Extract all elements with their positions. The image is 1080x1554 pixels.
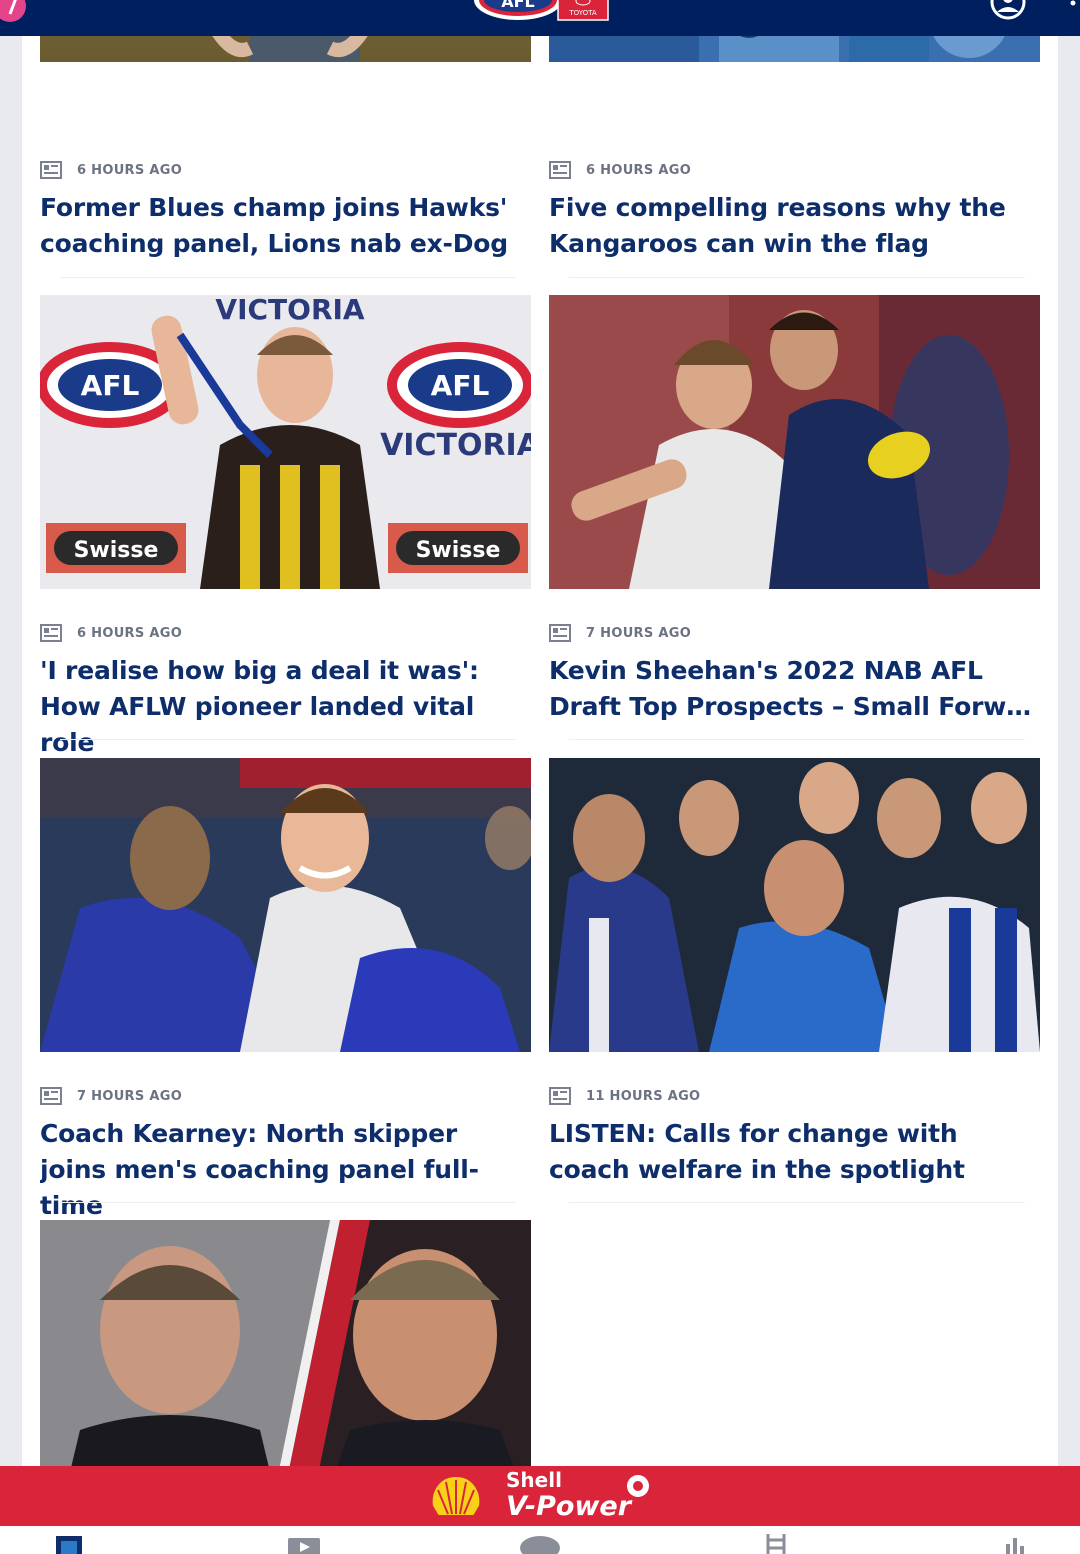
article-card[interactable]: 11 HOURS AGO LISTEN: Calls for change wi… [549,758,1040,1188]
stats-nav-icon[interactable] [1002,1534,1028,1554]
article-headline[interactable]: LISTEN: Calls for change with coach welf… [549,1116,1029,1188]
article-card[interactable]: 7 HOURS AGO Kevin Sheehan's 2022 NAB AFL… [549,295,1040,725]
toyota-text: TOYOTA [568,9,597,17]
article-meta: 6 HOURS AGO [40,160,531,180]
article-card[interactable]: 6 HOURS AGO Former Blues champ joins Haw… [40,127,531,262]
afl-logo-text: AFL [501,0,535,11]
article-card[interactable]: 6 HOURS AGO Five compelling reasons why … [549,127,1040,262]
match-centre-nav-icon[interactable] [518,1534,562,1554]
article-time: 6 HOURS AGO [77,625,183,641]
article-meta: 7 HOURS AGO [549,623,1040,643]
article-image[interactable] [549,295,1040,589]
article-headline[interactable]: Coach Kearney: North skipper joins men's… [40,1116,510,1224]
sponsor-brand: Shell V-Power [506,1468,631,1522]
news-feed: 6 HOURS AGO Former Blues champ joins Haw… [22,36,1058,1466]
account-icon[interactable] [990,0,1026,20]
article-image[interactable] [40,36,531,62]
article-headline[interactable]: Kevin Sheehan's 2022 NAB AFL Draft Top Pr… [549,653,1040,725]
svg-text:AFL: AFL [431,369,490,402]
news-icon [40,161,62,179]
article-card[interactable]: AFL AFL VICTORIA VICTORIA Swisse Swisse [40,295,531,761]
article-image[interactable] [40,1220,531,1466]
divider [569,277,1025,278]
news-icon [549,1087,571,1105]
article-time: 6 HOURS AGO [77,162,183,178]
article-meta: 6 HOURS AGO [40,623,531,643]
article-headline[interactable]: Former Blues champ joins Hawks' coaching… [40,190,510,262]
svg-text:Swisse: Swisse [416,538,501,563]
article-meta: 6 HOURS AGO [549,160,1040,180]
article-image[interactable] [549,758,1040,1052]
article-headline[interactable]: Five compelling reasons why the Kangaroo… [549,190,1019,262]
news-nav-icon[interactable] [54,1534,84,1554]
article-headline[interactable]: 'I realise how big a deal it was': How A… [40,653,520,761]
article-headline-text: Kevin Sheehan's 2022 NAB AFL Draft Top Pr… [549,656,1040,721]
divider [60,1202,516,1203]
svg-text:Swisse: Swisse [74,538,159,563]
news-icon [549,161,571,179]
article-card[interactable] [40,36,531,62]
shell-logo-icon [430,1474,482,1517]
article-card[interactable]: 7 HOURS AGO Coach Kearney: North skipper… [40,758,531,1224]
news-icon [40,1087,62,1105]
divider [60,739,516,740]
news-icon [549,624,571,642]
divider [569,739,1025,740]
news-icon [40,624,62,642]
divider [60,277,516,278]
article-meta: 7 HOURS AGO [40,1086,531,1106]
menu-icon[interactable] [0,0,28,22]
article-card[interactable] [549,36,1040,62]
article-card[interactable] [40,1220,531,1466]
article-time: 6 HOURS AGO [586,162,692,178]
svg-text:VICTORIA: VICTORIA [215,295,365,326]
sponsor-line1: Shell [506,1468,562,1492]
afl-logo[interactable]: AFL TOYOTA [472,0,610,22]
article-time: 11 HOURS AGO [586,1088,701,1104]
more-icon[interactable] [1066,0,1080,8]
article-meta: 11 HOURS AGO [549,1086,1040,1106]
ladder-nav-icon[interactable] [763,1534,789,1554]
divider [569,1202,1025,1203]
sponsor-banner[interactable]: Shell V-Power [0,1466,1080,1526]
svg-text:VICTORIA: VICTORIA [380,428,531,463]
article-image[interactable] [40,758,531,1052]
top-app-bar: AFL TOYOTA [0,0,1080,36]
article-time: 7 HOURS AGO [586,625,692,641]
sponsor-mark-icon [627,1475,649,1497]
article-image[interactable]: AFL AFL VICTORIA VICTORIA Swisse Swisse [40,295,531,589]
article-image[interactable] [549,36,1040,62]
sponsor-line2: V-Power [506,1491,632,1522]
svg-text:AFL: AFL [81,369,140,402]
article-time: 7 HOURS AGO [77,1088,183,1104]
bottom-navigation [0,1526,1080,1554]
video-nav-icon[interactable] [286,1534,322,1554]
